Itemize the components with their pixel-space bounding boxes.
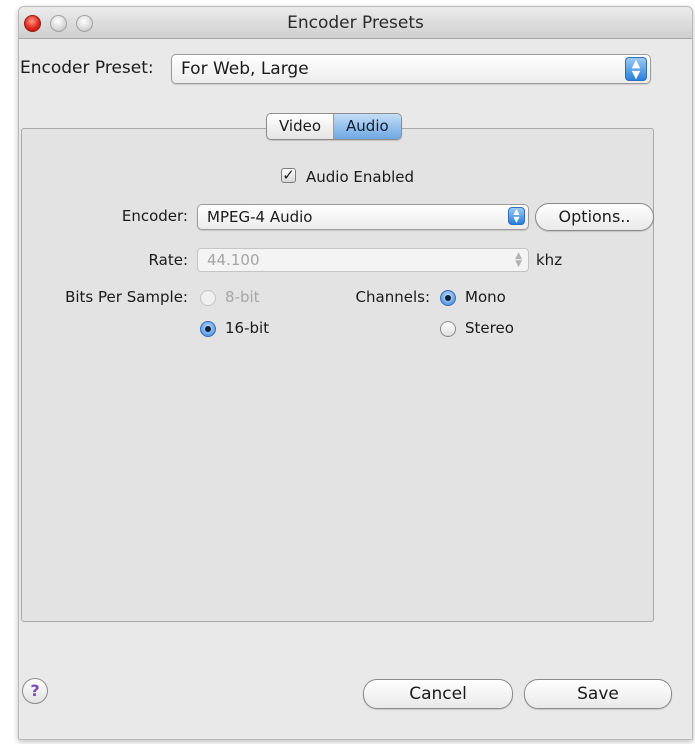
popup-arrows-icon: ▲ ▼ [625, 57, 647, 81]
help-button[interactable]: ? [22, 678, 48, 704]
bits-16-label[interactable]: 16-bit [225, 319, 269, 337]
tab-audio[interactable]: Audio [334, 114, 401, 139]
bits-8-label[interactable]: 8-bit [225, 288, 260, 306]
bits-16-radio[interactable] [200, 321, 216, 337]
save-button[interactable]: Save [524, 679, 672, 709]
cancel-button[interactable]: Cancel [363, 679, 513, 709]
bits-per-sample-label: Bits Per Sample: [65, 288, 188, 306]
tab-video[interactable]: Video [267, 114, 335, 139]
encoder-label: Encoder: [121, 207, 188, 225]
channels-label: Channels: [355, 288, 430, 306]
rate-field: 44.100 ▲ ▼ [197, 248, 529, 272]
encoder-preset-label: Encoder Preset: [20, 58, 154, 78]
audio-enabled-label[interactable]: Audio Enabled [306, 168, 414, 186]
tab-bar: Video Audio [266, 113, 402, 140]
title-bar[interactable]: Encoder Presets [19, 7, 692, 39]
audio-enabled-checkbox[interactable]: ✓ [281, 168, 296, 183]
encoder-preset-value: For Web, Large [181, 59, 309, 79]
mono-label[interactable]: Mono [465, 288, 506, 306]
encoder-value: MPEG-4 Audio [207, 208, 313, 226]
encoder-preset-popup[interactable]: For Web, Large ▲ ▼ [171, 54, 651, 84]
options-button[interactable]: Options.. [535, 203, 654, 231]
stereo-label[interactable]: Stereo [465, 319, 514, 337]
encoder-popup[interactable]: MPEG-4 Audio ▲ ▼ [197, 204, 529, 230]
stepper-arrows-icon: ▲ ▼ [515, 251, 522, 269]
help-icon: ? [30, 681, 40, 700]
rate-value: 44.100 [207, 251, 260, 269]
rate-unit-label: khz [536, 251, 563, 269]
bits-8-radio[interactable] [200, 290, 216, 306]
rate-label: Rate: [148, 251, 188, 269]
checkmark-icon: ✓ [282, 166, 295, 184]
stereo-radio[interactable] [440, 321, 456, 337]
mono-radio[interactable] [440, 290, 456, 306]
window-title: Encoder Presets [287, 13, 424, 33]
popup-arrows-icon: ▲ ▼ [508, 207, 525, 225]
